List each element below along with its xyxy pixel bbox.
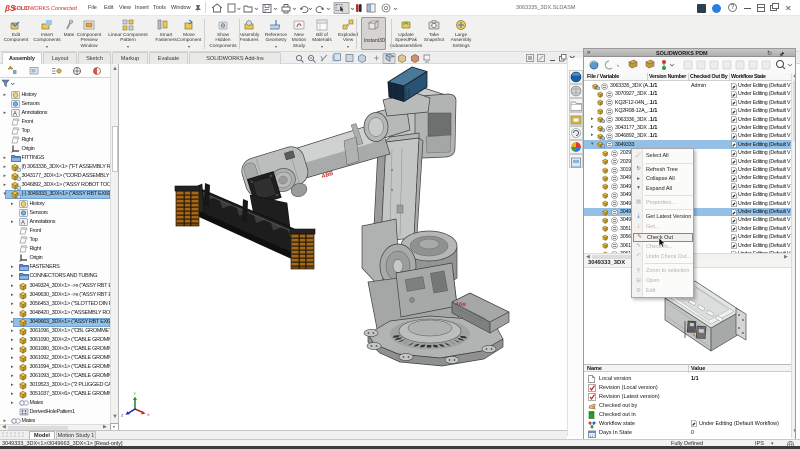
svg-text:X: X: [147, 412, 150, 417]
svg-text:Y: Y: [134, 391, 137, 396]
svg-text:A: A: [13, 111, 17, 117]
svg-text:A: A: [21, 220, 25, 226]
svg-text:Z: Z: [121, 413, 124, 418]
